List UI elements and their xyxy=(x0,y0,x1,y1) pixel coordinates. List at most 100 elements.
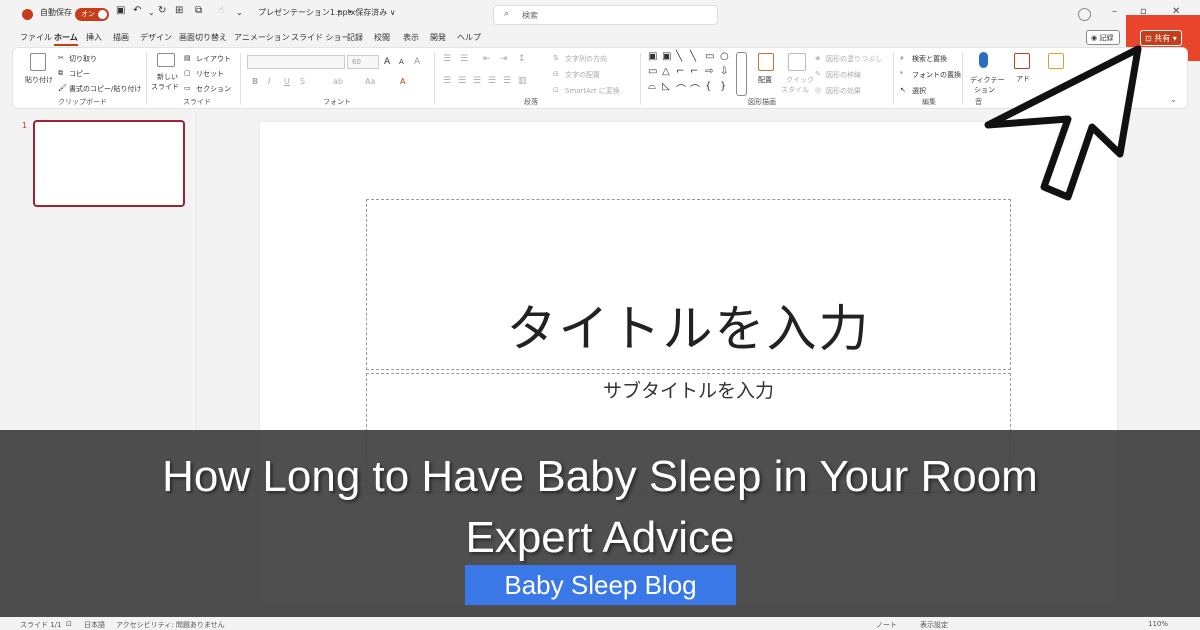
select-button[interactable]: 選択 xyxy=(912,86,926,96)
quick-styles-label[interactable]: クイック xyxy=(786,75,814,85)
shadow-button[interactable]: S xyxy=(300,77,305,86)
save-icon[interactable]: ▣ xyxy=(116,5,125,16)
smartart-button[interactable]: SmartArt に変換 xyxy=(565,86,620,96)
share-button[interactable]: ⊡ 共有 ▾ xyxy=(1140,30,1182,46)
font-color-button[interactable]: A xyxy=(400,77,405,86)
bold-button[interactable]: B xyxy=(252,77,258,86)
line-shape-icon[interactable]: ╲ xyxy=(690,51,696,62)
italic-button[interactable]: I xyxy=(268,77,270,86)
copy-button[interactable]: コピー xyxy=(69,69,90,79)
new-slide-label[interactable]: 新しい xyxy=(157,72,178,82)
tab-draw[interactable]: 描画 xyxy=(113,32,129,43)
tab-help[interactable]: ヘルプ xyxy=(457,32,481,43)
triangle-shape-icon[interactable]: △ xyxy=(662,66,670,77)
justify-icon[interactable]: ☰ xyxy=(488,76,496,86)
tab-insert[interactable]: 挿入 xyxy=(86,32,102,43)
format-painter-button[interactable]: 書式のコピー/貼り付け xyxy=(69,84,141,94)
down-arrow-shape-icon[interactable]: ⇩ xyxy=(720,66,728,77)
sensitivity-icon[interactable]: ⌖ xyxy=(337,7,342,17)
replace-font-button[interactable]: フォントの置換 xyxy=(912,70,961,80)
ribbon-collapse-icon[interactable]: ⌄ xyxy=(1170,95,1177,104)
cut-button[interactable]: 切り取り xyxy=(69,54,97,64)
blog-badge[interactable]: Baby Sleep Blog xyxy=(465,565,736,605)
rectangle-shape-icon[interactable]: ▭ xyxy=(705,51,714,62)
align-left-icon[interactable]: ☰ xyxy=(443,76,451,86)
tab-slideshow[interactable]: スライド ショー xyxy=(291,32,350,43)
tab-design[interactable]: デザイン xyxy=(140,32,172,43)
triangle-shape-icon[interactable]: ◺ xyxy=(662,81,670,92)
brace-shape-icon[interactable]: { xyxy=(705,81,711,92)
touch-mode-icon[interactable]: ☝ xyxy=(218,5,224,16)
align-center-icon[interactable]: ☰ xyxy=(458,76,466,86)
underline-button[interactable]: U xyxy=(284,77,290,86)
accessibility-status[interactable]: アクセシビリティ: 問題ありません xyxy=(116,620,225,630)
tab-review[interactable]: 校閲 xyxy=(374,32,390,43)
text-direction-button[interactable]: 文字列の方向 xyxy=(565,54,607,64)
account-avatar-icon[interactable] xyxy=(1078,8,1091,21)
spellcheck-icon[interactable]: ⊡ xyxy=(66,620,72,628)
char-spacing-button[interactable]: ab xyxy=(333,77,343,86)
grow-font-icon[interactable]: A xyxy=(384,57,390,67)
reset-button[interactable]: リセット xyxy=(196,69,224,79)
find-replace-button[interactable]: 検索と置換 xyxy=(912,54,947,64)
tab-transitions[interactable]: 画面切り替え xyxy=(179,32,227,43)
align-right-icon[interactable]: ☰ xyxy=(473,76,481,86)
shape-effects-button[interactable]: 図形の効果 xyxy=(826,86,861,96)
undo-icon[interactable]: ↶ xyxy=(133,5,141,16)
from-start-icon[interactable]: ⧉ xyxy=(195,5,202,16)
tab-developer[interactable]: 開発 xyxy=(430,32,446,43)
curve-shape-icon[interactable]: ⌒ xyxy=(676,81,686,96)
brace-shape-icon[interactable]: } xyxy=(720,81,726,92)
shrink-font-icon[interactable]: A xyxy=(399,58,404,66)
elbow-connector-shape-icon[interactable]: ⌐ xyxy=(676,66,684,77)
slide-thumbnail[interactable] xyxy=(33,120,185,207)
indent-increase-icon[interactable]: ⇥ xyxy=(500,54,508,64)
new-slide-label-2[interactable]: スライド xyxy=(151,82,179,92)
undo-dropdown-icon[interactable]: ⌄ xyxy=(148,8,155,17)
tab-view[interactable]: 表示 xyxy=(403,32,419,43)
columns-icon[interactable]: ▥ xyxy=(518,76,527,86)
save-status[interactable]: • 保存済み ∨ xyxy=(348,7,396,18)
display-settings-button[interactable]: 表示設定 xyxy=(920,620,948,630)
autosave-toggle[interactable]: オン xyxy=(75,8,109,21)
indent-decrease-icon[interactable]: ⇤ xyxy=(483,54,491,64)
tab-animations[interactable]: アニメーション xyxy=(234,32,290,43)
shape-outline-button[interactable]: 図形の枠線 xyxy=(826,70,861,80)
tab-home[interactable]: ホーム xyxy=(54,32,78,46)
language[interactable]: 日本語 xyxy=(84,620,105,630)
section-button[interactable]: セクション xyxy=(196,84,231,94)
present-icon[interactable]: ⊞ xyxy=(175,5,183,16)
tab-record[interactable]: 記録 xyxy=(347,32,363,43)
numbering-icon[interactable]: ☰ xyxy=(460,54,468,64)
oval-shape-icon[interactable]: ○ xyxy=(720,51,729,62)
font-name-box[interactable] xyxy=(247,55,345,69)
align-text-button[interactable]: 文字の配置 xyxy=(565,70,600,80)
line-spacing-icon[interactable]: ↕ xyxy=(518,54,526,64)
rectangle-shape-icon[interactable]: ▭ xyxy=(648,66,657,77)
zoom-level[interactable]: 110% xyxy=(1148,620,1168,628)
freeform-shape-icon[interactable]: ⌓ xyxy=(648,81,656,92)
search-box[interactable]: ⌕ 検索 xyxy=(493,5,718,25)
elbow-connector-shape-icon[interactable]: ⌐ xyxy=(690,66,698,77)
layout-button[interactable]: レイアウト xyxy=(196,54,231,64)
right-arrow-shape-icon[interactable]: ⇨ xyxy=(705,66,713,77)
change-case-button[interactable]: Aa xyxy=(365,77,375,86)
customize-qat-icon[interactable]: ⌄ xyxy=(236,8,243,17)
notes-button[interactable]: ノート xyxy=(876,620,897,630)
curve-shape-icon[interactable]: ⌒ xyxy=(690,81,700,96)
font-size-box[interactable]: 60 xyxy=(347,55,379,69)
shape-fill-button[interactable]: 図形の塗りつぶし xyxy=(826,54,882,64)
clear-format-icon[interactable]: A xyxy=(414,57,420,67)
distribute-icon[interactable]: ☰ xyxy=(503,76,511,86)
quick-styles-label-2[interactable]: スタイル xyxy=(781,85,809,95)
line-shape-icon[interactable]: ╲ xyxy=(676,51,682,62)
shapes-more-icon[interactable] xyxy=(736,52,747,96)
textbox-shape-icon[interactable]: ▣ xyxy=(648,51,657,62)
redo-icon[interactable]: ↻ xyxy=(158,5,166,16)
vertical-textbox-shape-icon[interactable]: ▣ xyxy=(662,51,671,62)
paste-button[interactable]: 貼り付け xyxy=(25,75,53,85)
minimize-button[interactable]: – xyxy=(1112,6,1117,17)
tab-file[interactable]: ファイル xyxy=(20,32,52,43)
arrange-button[interactable]: 配置 xyxy=(758,75,772,85)
bullets-icon[interactable]: ☰ xyxy=(443,54,451,64)
